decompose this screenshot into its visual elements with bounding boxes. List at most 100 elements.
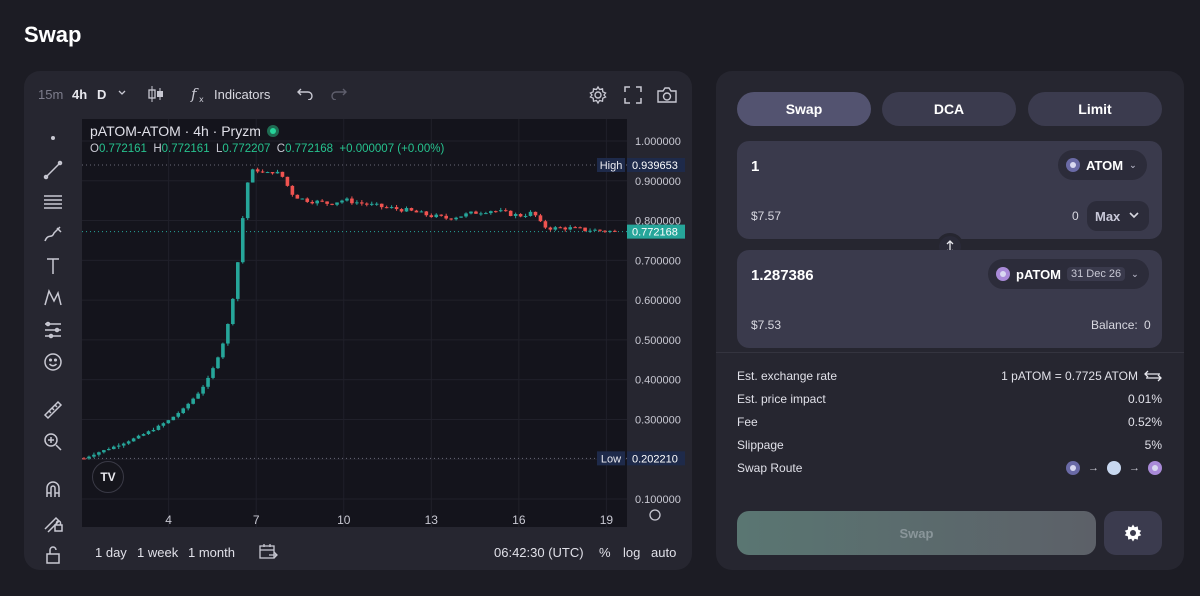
candle-body [444, 215, 448, 219]
candle-body [325, 201, 329, 204]
chart-settings-gear-icon[interactable] [588, 85, 608, 108]
emoji-icon[interactable] [40, 349, 66, 375]
candle-body [270, 172, 275, 174]
fullscreen-icon[interactable] [624, 86, 642, 107]
text-icon[interactable] [40, 253, 66, 279]
chart-background [82, 119, 627, 527]
candle-body [350, 198, 354, 204]
candle-body [320, 200, 324, 202]
to-amount-input[interactable] [751, 262, 1011, 288]
range-1-day[interactable]: 1 day [95, 545, 127, 560]
high-label: High [600, 160, 623, 172]
dot-cursor-icon[interactable] [40, 125, 66, 151]
candle-body [240, 218, 245, 263]
candle-body [102, 450, 106, 453]
tab-dca[interactable]: DCA [882, 92, 1016, 126]
page-title: Swap [24, 22, 82, 47]
chart-toolbar: 15m 4h D fx Indicators [24, 71, 692, 119]
redo-icon[interactable] [330, 86, 348, 103]
ruler-icon[interactable] [40, 397, 66, 423]
chart-panel: 15m 4h D fx Indicators 1.000000 0.900000… [24, 71, 692, 570]
interval-dropdown-chevron-icon[interactable] [117, 85, 127, 100]
date-range-calendar-icon[interactable] [258, 542, 278, 565]
auto-scale-toggle[interactable]: auto [651, 545, 676, 560]
candle-body [151, 429, 156, 432]
from-token-box: ATOM ⌄ $7.57 0 Max [737, 141, 1162, 239]
ohlc-legend: O0.772161 H0.772161 L0.772207 C0.772168 … [90, 143, 445, 155]
magnet-icon[interactable] [40, 477, 66, 503]
candle-body [171, 416, 176, 421]
swap-submit-button[interactable]: Swap [737, 511, 1096, 555]
candle-body [613, 230, 617, 232]
undo-icon[interactable] [296, 86, 314, 103]
trend-line-icon[interactable] [40, 157, 66, 183]
candle-body [523, 215, 528, 217]
tradingview-logo-icon[interactable]: TV [92, 461, 124, 493]
candle-body [583, 227, 587, 231]
candle-body [166, 420, 171, 424]
exchange-rate-row: Est. exchange rate 1 pATOM = 0.7725 ATOM [737, 369, 1162, 383]
max-button[interactable]: Max [1087, 209, 1120, 224]
candle-body [513, 214, 518, 216]
candles-icon[interactable] [147, 84, 165, 107]
max-chevron-down-icon[interactable] [1128, 207, 1140, 225]
candle-body [315, 200, 319, 204]
chart-area[interactable]: 1.000000 0.900000 0.800000 0.700000 0.600000… [82, 119, 692, 527]
prediction-icon[interactable] [40, 317, 66, 343]
symbol-title: pATOM-ATOM · 4h · Pryzm [90, 123, 261, 139]
candle-body [216, 357, 220, 369]
x-tick-label: 10 [337, 513, 351, 527]
candle-body [107, 449, 111, 451]
brush-icon[interactable] [40, 221, 66, 247]
candle-body [97, 452, 101, 455]
percent-scale-toggle[interactable]: % [599, 545, 611, 560]
x-tick-label: 16 [512, 513, 526, 527]
from-token-select[interactable]: ATOM ⌄ [1058, 150, 1147, 180]
candle-body [335, 202, 339, 205]
to-token-select[interactable]: pATOM 31 Dec 26 ⌄ [988, 259, 1149, 289]
candle-body [265, 172, 270, 174]
from-token-symbol: ATOM [1086, 157, 1124, 173]
invert-rate-icon[interactable] [1144, 369, 1162, 383]
candle-body [191, 398, 195, 404]
patom-token-icon [996, 267, 1010, 281]
candle-body [255, 169, 260, 172]
swap-settings-button[interactable] [1104, 511, 1162, 555]
low-label: Low [601, 453, 621, 465]
log-scale-toggle[interactable]: log [623, 545, 640, 560]
candle-body [479, 213, 483, 215]
candle-body [543, 221, 548, 228]
to-balance-label: Balance: [1091, 318, 1138, 332]
interval-4h[interactable]: 4h [72, 87, 87, 102]
utc-clock[interactable]: 06:42:30 (UTC) [494, 545, 584, 560]
lock-drawing-icon[interactable] [40, 509, 66, 535]
indicators-button[interactable]: Indicators [214, 87, 270, 102]
range-1-week[interactable]: 1 week [137, 545, 178, 560]
range-1-month[interactable]: 1 month [188, 545, 235, 560]
pattern-icon[interactable] [40, 285, 66, 311]
zoom-in-icon[interactable] [40, 429, 66, 455]
interval-d[interactable]: D [97, 87, 106, 102]
candle-body [439, 214, 444, 216]
price-impact-row: Est. price impact 0.01% [737, 392, 1162, 406]
candle-body [568, 227, 573, 230]
candlestick-chart[interactable]: 1.0000000.9000000.8000000.7000000.600000… [82, 119, 692, 527]
lock-icon[interactable] [40, 541, 66, 567]
y-tick-label: 0.500000 [635, 335, 681, 347]
candle-body [236, 262, 240, 299]
indicators-fx-icon[interactable]: fx [190, 84, 208, 107]
patom-route-icon [1148, 461, 1162, 475]
candle-body [136, 435, 141, 439]
chevron-down-icon: ⌄ [1129, 159, 1137, 170]
tab-swap[interactable]: Swap [737, 92, 871, 126]
candle-body [340, 200, 344, 203]
y-tick-label: 0.900000 [635, 176, 681, 188]
candle-body [355, 202, 359, 204]
tab-limit[interactable]: Limit [1028, 92, 1162, 126]
candle-body [573, 227, 577, 229]
interval-15m[interactable]: 15m [38, 87, 63, 102]
max-button-group: Max [1087, 201, 1149, 231]
horizontal-lines-icon[interactable] [40, 189, 66, 215]
screenshot-camera-icon[interactable] [656, 85, 678, 108]
from-amount-input[interactable] [751, 153, 1011, 179]
